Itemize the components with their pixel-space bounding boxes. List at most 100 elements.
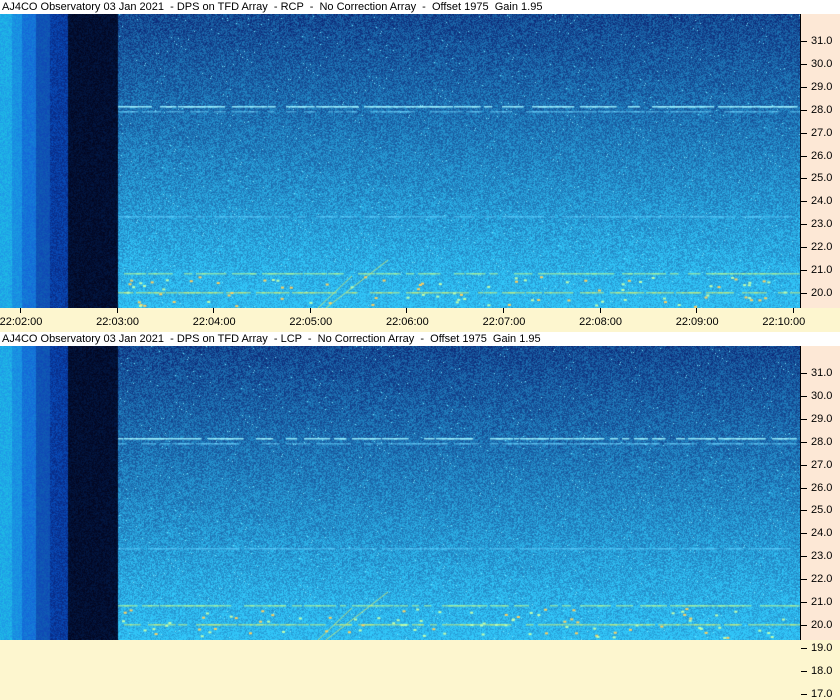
y-tick: 28.0: [801, 436, 840, 448]
x-tick-label: 22:06:00: [385, 316, 429, 328]
y-tick-label: 18.0: [811, 664, 833, 677]
y-tick-mark: [801, 247, 807, 249]
y-tick-label: 21.0: [811, 596, 833, 608]
y-tick-label: 25.0: [811, 504, 833, 517]
y-tick-mark: [801, 602, 807, 603]
y-tick-mark: [801, 487, 807, 489]
y-tick: 29.0: [801, 413, 840, 425]
y-tick-label: 28.0: [811, 103, 833, 116]
y-tick: 24.0: [801, 527, 840, 539]
y-tick-mark: [801, 292, 807, 294]
y-tick: 22.0: [801, 241, 840, 253]
y-tick: 20.0: [801, 619, 840, 631]
x-tick: 22:08:00: [571, 308, 631, 330]
y-tick: 26.0: [801, 482, 840, 494]
y-tick-label: 27.0: [811, 126, 833, 139]
frequency-axis-lcp: 31.0 30.0 29.0 28.0 27.0 26.0 25.0 24.0 23.0 22.0…: [800, 346, 840, 700]
y-tick-label: 20.0: [811, 618, 833, 631]
y-tick-label: 29.0: [811, 80, 833, 93]
y-tick-label: 19.0: [811, 641, 833, 654]
x-tick: 22:10:00: [762, 308, 824, 330]
x-tick-label: 22:03:00: [96, 316, 139, 328]
x-tick: 22:04:00: [184, 308, 244, 330]
y-tick-mark: [801, 86, 807, 88]
y-tick-mark: [801, 579, 807, 581]
y-tick-mark: [801, 510, 807, 512]
y-tick-label: 30.0: [811, 389, 833, 402]
x-tick-mark: [792, 308, 794, 313]
y-tick: 31.0: [801, 35, 840, 47]
time-axis-rcp: 22:02:00 22:03:00 22:04:00 22:05:00 22:06:00…: [0, 308, 840, 330]
x-tick: 22:03:00: [88, 308, 148, 330]
spectrogram-canvas: [0, 346, 800, 640]
y-tick: 30.0: [801, 390, 840, 402]
frequency-axis-rcp: 31.0 30.0 29.0 28.0 27.0 26.0 25.0 24.0 23.0 22.0…: [800, 14, 840, 368]
y-tick-label: 21.0: [811, 264, 833, 276]
x-tick: 22:05:00: [281, 308, 341, 330]
y-tick-mark: [801, 441, 807, 443]
y-tick-label: 28.0: [811, 435, 833, 448]
y-tick-label: 31.0: [811, 367, 833, 379]
x-tick-mark: [309, 308, 311, 313]
y-tick: 28.0: [801, 104, 840, 116]
y-tick-label: 24.0: [811, 195, 833, 208]
y-tick-mark: [801, 155, 807, 157]
y-tick-label: 27.0: [811, 458, 833, 471]
y-tick: 21.0: [801, 596, 840, 608]
y-tick-label: 26.0: [811, 481, 833, 494]
y-tick: 24.0: [801, 195, 840, 207]
y-tick-label: 22.0: [811, 241, 833, 254]
y-tick-label: 23.0: [811, 550, 833, 563]
x-tick-label: 22:05:00: [289, 316, 333, 328]
y-tick: 25.0: [801, 504, 840, 516]
y-tick: 23.0: [801, 218, 840, 230]
x-tick-label: 22:04:00: [192, 316, 236, 328]
y-tick-mark: [801, 41, 807, 42]
y-tick: 23.0: [801, 550, 840, 562]
y-tick-label: 20.0: [811, 286, 833, 299]
y-tick: 27.0: [801, 127, 840, 139]
x-tick-mark: [406, 308, 408, 313]
y-tick-mark: [801, 201, 807, 203]
x-tick-mark: [116, 308, 118, 313]
y-tick-label: 30.0: [811, 57, 833, 70]
y-tick: 17.0: [801, 688, 840, 700]
y-tick-mark: [801, 418, 807, 420]
spectrogram-rcp[interactable]: [0, 14, 800, 308]
y-tick-mark: [801, 624, 807, 626]
y-tick-label: 26.0: [811, 149, 833, 162]
y-tick: 25.0: [801, 172, 840, 184]
y-tick-label: 29.0: [811, 412, 833, 425]
x-tick: 22:06:00: [377, 308, 437, 330]
y-tick-mark: [801, 556, 807, 558]
y-tick-mark: [801, 464, 807, 466]
y-tick: 20.0: [801, 287, 840, 299]
y-tick-label: 25.0: [811, 172, 833, 185]
y-tick: 18.0: [801, 665, 840, 677]
y-tick-label: 23.0: [811, 218, 833, 231]
spectrogram-lcp[interactable]: [0, 346, 800, 640]
y-tick-mark: [801, 373, 807, 374]
y-tick: 29.0: [801, 81, 840, 93]
y-tick-mark: [801, 132, 807, 134]
x-tick: 22:07:00: [474, 308, 534, 330]
y-tick: 26.0: [801, 150, 840, 162]
y-tick-mark: [801, 395, 807, 397]
x-tick-label: 22:08:00: [579, 316, 622, 328]
x-tick-mark: [213, 308, 215, 313]
y-tick-mark: [801, 109, 807, 111]
x-tick: 22:09:00: [667, 308, 727, 330]
y-tick-mark: [801, 693, 807, 695]
x-tick-label: 22:10:00: [762, 316, 806, 328]
y-tick-label: 22.0: [811, 573, 833, 586]
y-tick-label: 17.0: [811, 687, 833, 700]
panel-title-lcp: AJ4CO Observatory 03 Jan 2021 - DPS on T…: [0, 332, 840, 346]
y-tick: 22.0: [801, 573, 840, 585]
y-tick-mark: [801, 270, 807, 271]
panel-title-rcp: AJ4CO Observatory 03 Jan 2021 - DPS on T…: [0, 0, 840, 14]
y-tick-mark: [801, 533, 807, 535]
y-tick: 27.0: [801, 459, 840, 471]
x-tick-mark: [696, 308, 698, 313]
y-tick: 21.0: [801, 264, 840, 276]
y-tick-label: 24.0: [811, 527, 833, 540]
